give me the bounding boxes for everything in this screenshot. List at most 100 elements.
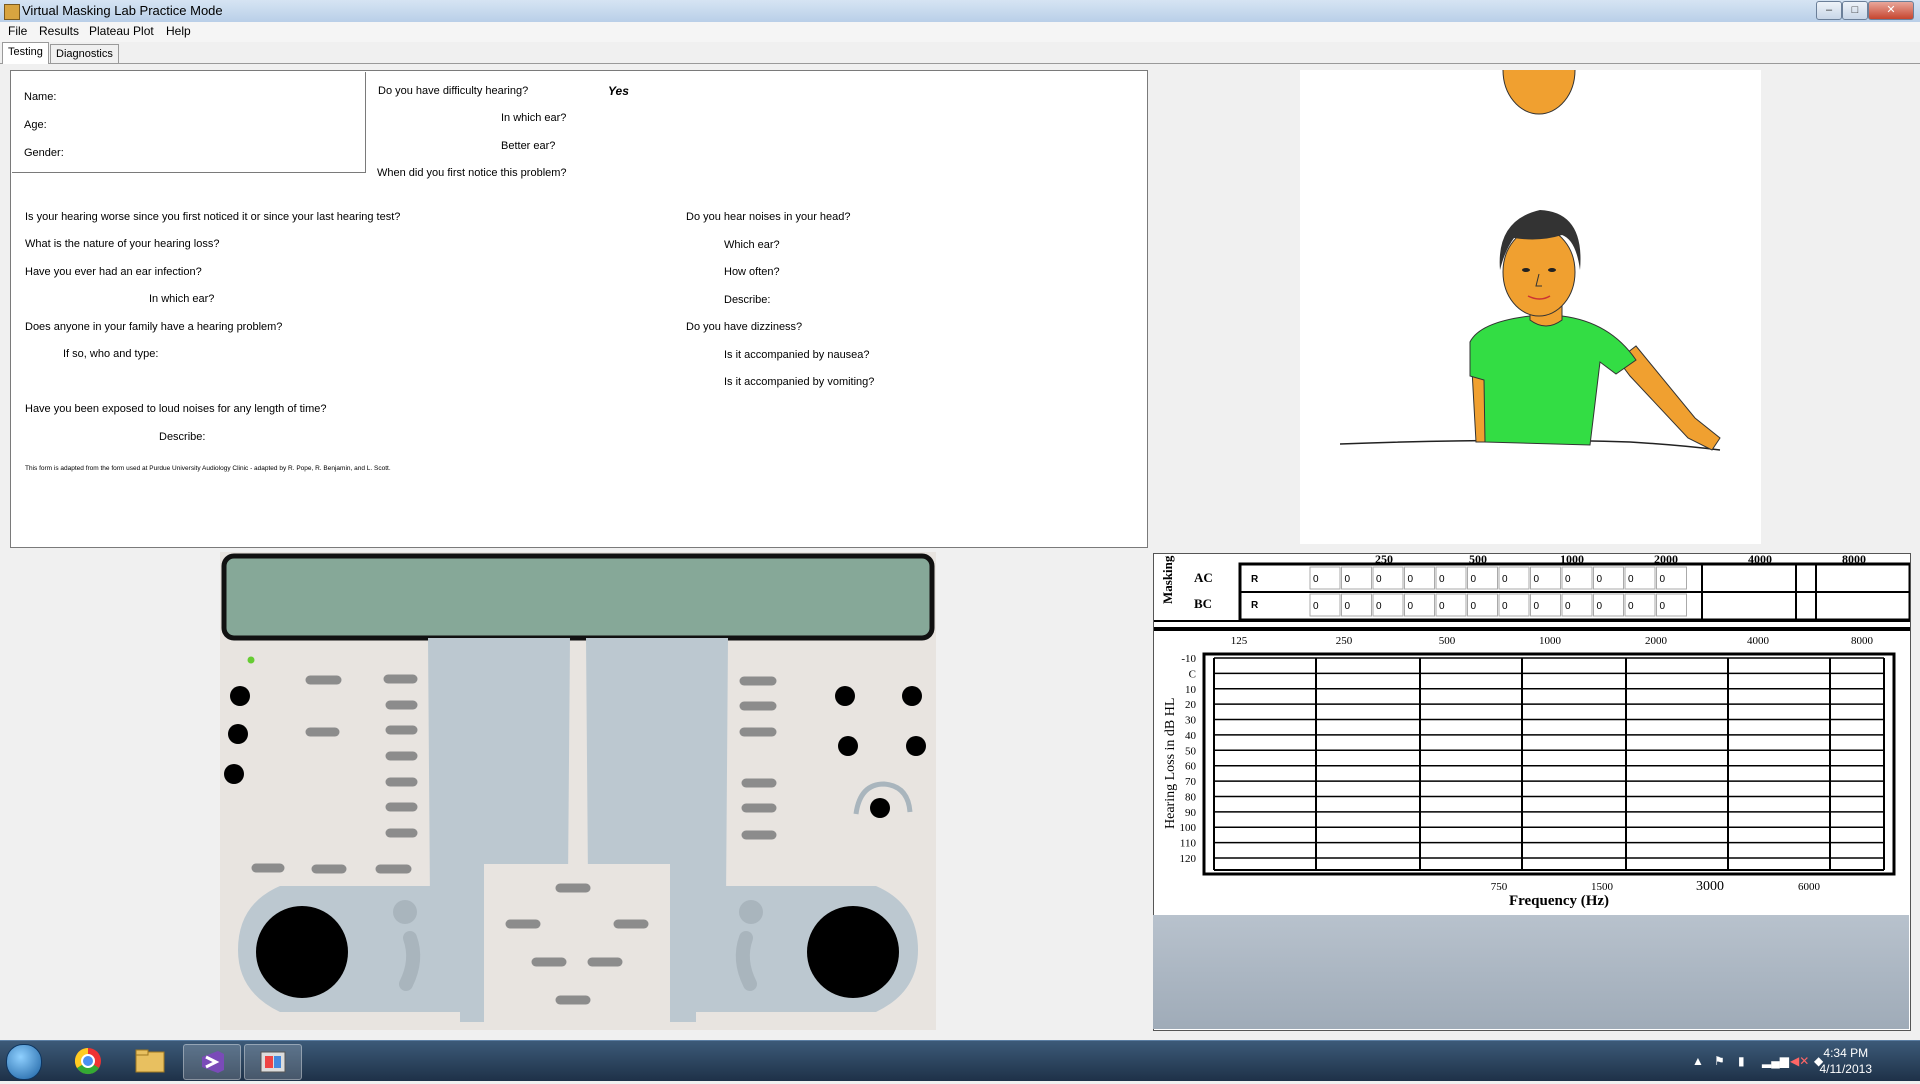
masking-freq-label: 250 <box>1375 554 1393 566</box>
question-family: Does anyone in your family have a hearin… <box>25 321 283 333</box>
menu-help[interactable]: Help <box>166 24 191 38</box>
menu-bar: File Results Plateau Plot Help <box>0 22 1920 42</box>
masking-bc-value: 0 <box>1408 601 1414 612</box>
patient-id-box <box>12 72 366 173</box>
case-history-form: Name: Age: Gender: Do you have difficult… <box>10 70 1148 548</box>
name-label: Name: <box>24 91 57 103</box>
masking-freq-label: 1000 <box>1560 554 1584 566</box>
form-source-note: This form is adapted from the form used … <box>25 465 391 472</box>
question-better-ear: Better ear? <box>501 140 556 152</box>
frequency-label-top: 250 <box>1336 635 1353 647</box>
start-orb[interactable] <box>6 1044 42 1080</box>
frequency-label-bottom: 750 <box>1491 881 1508 893</box>
question-head-noises: Do you hear noises in your head? <box>686 211 851 223</box>
frequency-label-top: 2000 <box>1645 635 1668 647</box>
system-clock[interactable]: 4:34 PM 4/11/2013 <box>1820 1045 1873 1077</box>
taskbar: ▲ ⚑ ▮ ▂▄▆ ◀✕ ◆ 4:34 PM 4/11/2013 <box>0 1040 1920 1081</box>
masking-freq-label: 500 <box>1469 554 1487 566</box>
db-label: 40 <box>1185 730 1197 742</box>
db-label: 110 <box>1180 838 1197 850</box>
frequency-label-bottom: 1500 <box>1591 881 1614 893</box>
masking-ac-value: 0 <box>1534 574 1540 585</box>
db-label: 30 <box>1185 715 1197 727</box>
audiogram-svg: Masking AC BC R R 250 500 1000 2000 4000 8000… <box>1154 552 1912 909</box>
frequency-label-bottom: 3000 <box>1696 879 1724 894</box>
menu-plateau-plot[interactable]: Plateau Plot <box>89 24 154 38</box>
question-nature: What is the nature of your hearing loss? <box>25 238 220 250</box>
maximize-button[interactable]: □ <box>1842 1 1868 20</box>
masking-bc-value: 0 <box>1628 601 1634 612</box>
masking-bc-value: 0 <box>1313 601 1319 612</box>
masking-freq-label: 2000 <box>1654 554 1678 566</box>
masking-bc-value: 0 <box>1534 601 1540 612</box>
masking-ac-value: 0 <box>1597 574 1603 585</box>
app-icon-taskbar[interactable] <box>244 1044 302 1080</box>
db-label: -10 <box>1181 653 1196 665</box>
question-infection: Have you ever had an ear infection? <box>25 266 202 278</box>
audiogram-frame <box>1202 652 1896 876</box>
masking-bc-value: 0 <box>1439 601 1445 612</box>
db-label: 70 <box>1185 776 1197 788</box>
frequency-label-top: 500 <box>1439 635 1456 647</box>
frequency-label-top: 1000 <box>1539 635 1562 647</box>
gender-label: Gender: <box>24 147 64 159</box>
audiometer-drawing <box>221 553 935 1030</box>
clock-time: 4:34 PM <box>1823 1046 1869 1060</box>
masking-bc-value: 0 <box>1471 601 1477 612</box>
age-label: Age: <box>24 119 47 131</box>
chrome-icon[interactable] <box>60 1044 116 1078</box>
network-icon[interactable]: ▂▄▆ <box>1762 1054 1789 1068</box>
window-title: Virtual Masking Lab Practice Mode <box>22 3 223 18</box>
minimize-button[interactable]: – <box>1816 1 1842 20</box>
db-label: 80 <box>1185 791 1197 803</box>
explorer-icon[interactable] <box>122 1044 178 1078</box>
db-label: 10 <box>1185 684 1197 696</box>
masking-bc-value: 0 <box>1345 601 1351 612</box>
power-icon[interactable]: ▮ <box>1738 1054 1745 1068</box>
tray-overflow-icon[interactable]: ▲ <box>1692 1054 1704 1068</box>
question-noises-ear: Which ear? <box>724 239 780 251</box>
question-difficulty: Do you have difficulty hearing? <box>378 85 529 97</box>
app-icon <box>4 4 20 20</box>
answer-difficulty[interactable]: Yes <box>608 84 629 98</box>
question-worse: Is your hearing worse since you first no… <box>25 211 401 223</box>
menu-results[interactable]: Results <box>39 24 79 38</box>
masking-ac-value: 0 <box>1502 574 1508 585</box>
visual-studio-icon[interactable] <box>183 1044 241 1080</box>
masking-bc-value: 0 <box>1502 601 1508 612</box>
tab-testing[interactable]: Testing <box>2 42 49 64</box>
db-label: 100 <box>1180 822 1197 834</box>
db-label: 120 <box>1180 853 1197 865</box>
patient-illustration <box>1339 25 1721 451</box>
action-center-icon[interactable]: ⚑ <box>1714 1054 1725 1068</box>
audiogram-ylabel: Hearing Loss in dB HL <box>1163 698 1178 829</box>
masking-bc-value: 0 <box>1376 601 1382 612</box>
question-which-ear: In which ear? <box>501 112 567 124</box>
question-family-who: If so, who and type: <box>63 348 159 360</box>
question-first-notice: When did you first notice this problem? <box>377 167 567 179</box>
title-bar: Virtual Masking Lab Practice Mode – □ ✕ <box>0 0 1920 23</box>
audiometer-panel <box>220 552 936 1030</box>
masking-bc-value: 0 <box>1565 601 1571 612</box>
volume-icon[interactable]: ◀✕ <box>1790 1054 1809 1068</box>
close-button[interactable]: ✕ <box>1868 1 1914 20</box>
masking-title: Masking <box>1160 555 1175 604</box>
masking-ac-value: 0 <box>1345 574 1351 585</box>
audiogram-footer-area <box>1153 915 1909 1029</box>
question-nausea: Is it accompanied by nausea? <box>724 349 870 361</box>
menu-file[interactable]: File <box>8 24 27 38</box>
question-vomiting: Is it accompanied by vomiting? <box>724 376 875 388</box>
question-noises-often: How often? <box>724 266 780 278</box>
masking-freq-label: 8000 <box>1842 554 1866 566</box>
masking-ear-bc: R <box>1251 600 1259 611</box>
tab-diagnostics[interactable]: Diagnostics <box>50 44 119 63</box>
masking-ac-value: 0 <box>1471 574 1477 585</box>
db-label: 20 <box>1185 699 1197 711</box>
masking-bc-value: 0 <box>1597 601 1603 612</box>
masking-ac-value: 0 <box>1376 574 1382 585</box>
frequency-label-bottom: 6000 <box>1798 881 1821 893</box>
masking-row-bc: BC <box>1194 596 1212 611</box>
db-label: 50 <box>1185 745 1197 757</box>
masking-ac-value: 0 <box>1628 574 1634 585</box>
question-loud-noise: Have you been exposed to loud noises for… <box>25 403 327 415</box>
